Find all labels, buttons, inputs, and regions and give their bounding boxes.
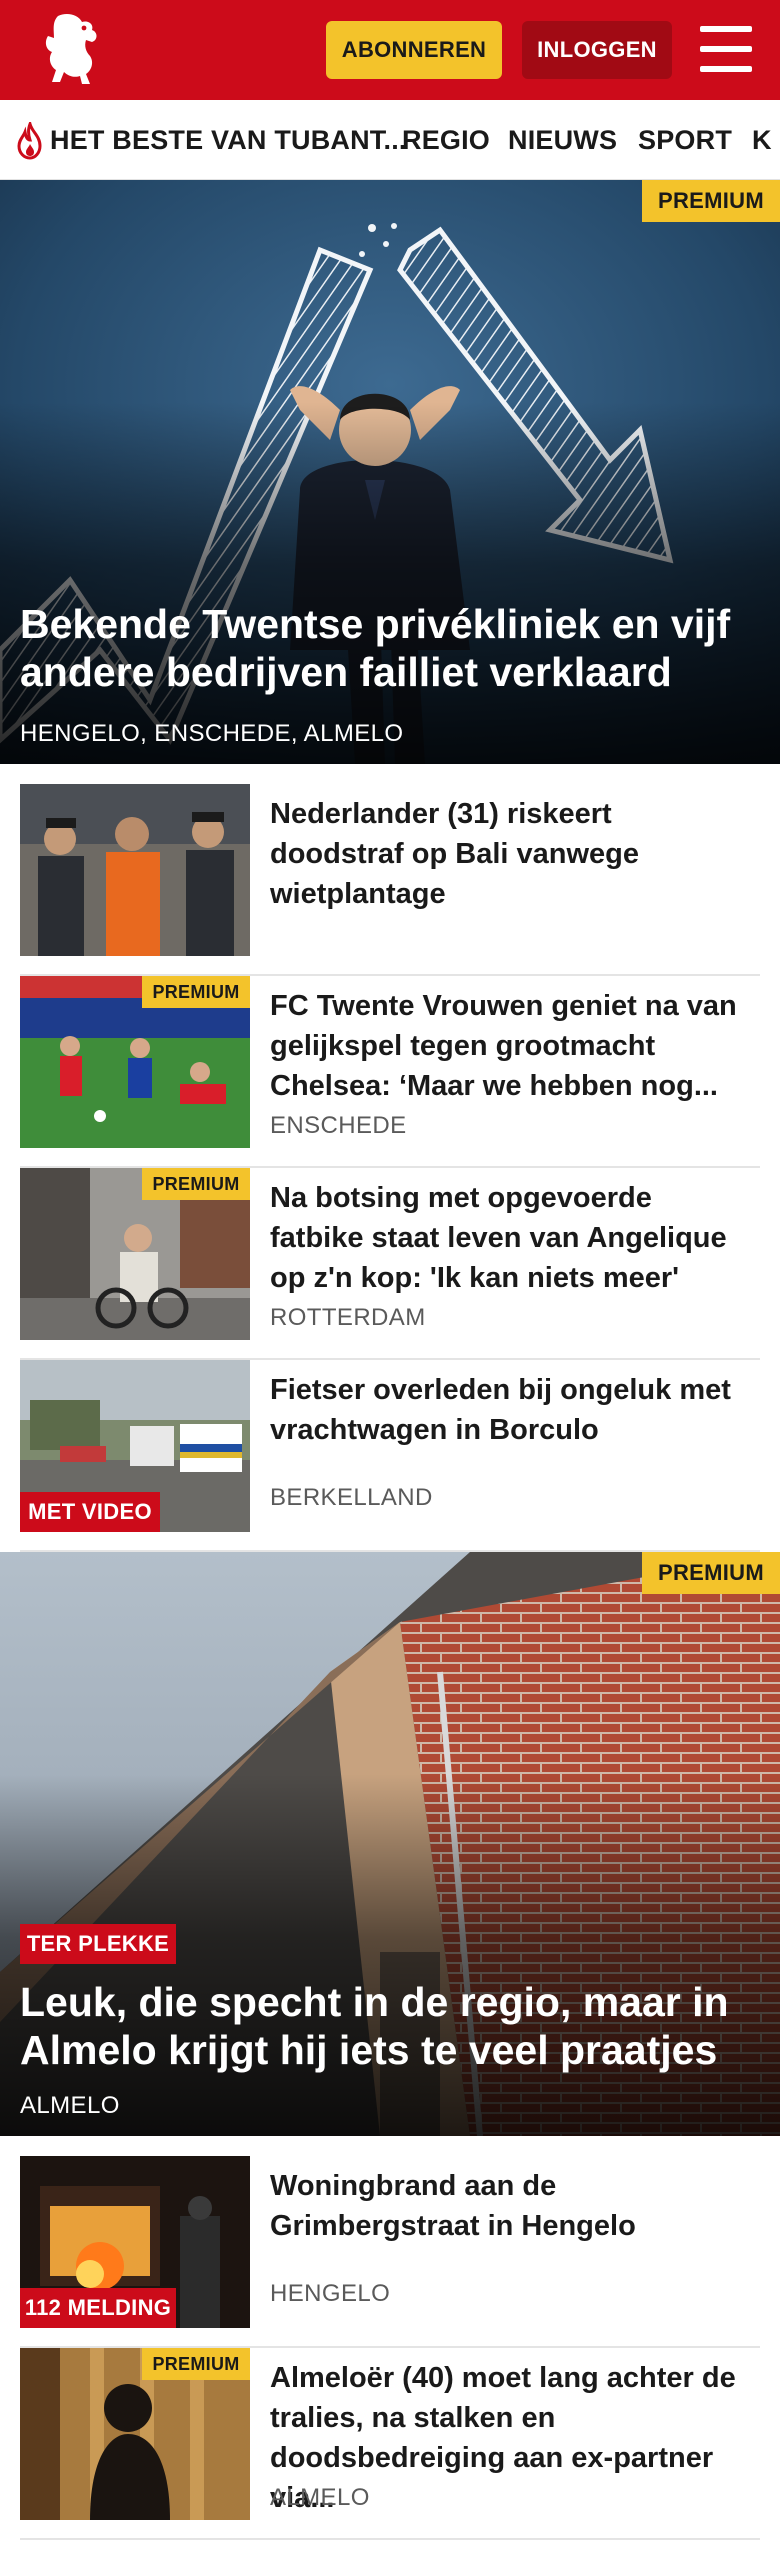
article-row-almeloer[interactable]: PREMIUM Almeloër (40) moet lang achter d…: [20, 2348, 760, 2540]
flame-icon: [17, 122, 42, 160]
article-title[interactable]: Fietser overleden bij ongeluk met vracht…: [270, 1370, 750, 1450]
tubantia-horse-logo-icon[interactable]: [38, 10, 104, 90]
subscribe-button[interactable]: ABONNEREN: [326, 21, 502, 79]
article-row-woningbrand[interactable]: 112 MELDING Woningbrand aan de Grimbergs…: [20, 2156, 760, 2348]
article-row-bali[interactable]: Nederlander (31) riskeert doodstraf op B…: [20, 784, 760, 976]
hero-gradient-overlay: [0, 401, 780, 764]
article-location: BERKELLAND: [270, 1484, 433, 1511]
video-badge: MET VIDEO: [20, 1492, 160, 1532]
category-nav: HET BESTE VAN TUBANT... REGIO NIEUWS SPO…: [0, 100, 780, 180]
article-location: ALMELO: [270, 2484, 370, 2511]
112-melding-badge: 112 MELDING: [20, 2288, 176, 2328]
hero-title[interactable]: Bekende Twentse privékliniek en vijf and…: [20, 600, 750, 696]
nav-item-nieuws[interactable]: NIEUWS: [508, 100, 617, 179]
nav-item-sport[interactable]: SPORT: [638, 100, 732, 179]
hero-title[interactable]: Leuk, die specht in de regio, maar in Al…: [20, 1978, 750, 2074]
article-row-borculo[interactable]: MET VIDEO Fietser overleden bij ongeluk …: [20, 1360, 760, 1552]
login-button[interactable]: INLOGGEN: [522, 21, 672, 79]
premium-badge: PREMIUM: [642, 180, 780, 222]
hero-locations: ALMELO: [20, 2092, 120, 2119]
article-location: HENGELO: [270, 2280, 391, 2307]
article-title[interactable]: Woningbrand aan de Grimbergstraat in Hen…: [270, 2166, 750, 2246]
nav-item-regio[interactable]: REGIO: [402, 100, 490, 179]
menu-icon[interactable]: [700, 26, 752, 72]
nav-item-het-beste-van-tubantia[interactable]: HET BESTE VAN TUBANT...: [50, 100, 407, 179]
article-thumbnail: [20, 784, 250, 956]
nav-item-more[interactable]: K: [752, 100, 772, 179]
hero-article-specht[interactable]: PREMIUM TER PLEKKE Leuk, die specht in d…: [0, 1552, 780, 2136]
premium-badge: PREMIUM: [642, 1552, 780, 1594]
article-title[interactable]: Na botsing met opgevoerde fatbike staat …: [270, 1178, 750, 1298]
article-title[interactable]: Nederlander (31) riskeert doodstraf op B…: [270, 794, 750, 914]
article-title[interactable]: FC Twente Vrouwen geniet na van gelijksp…: [270, 986, 750, 1106]
premium-badge: PREMIUM: [142, 976, 250, 1008]
premium-badge: PREMIUM: [142, 1168, 250, 1200]
premium-badge: PREMIUM: [142, 2348, 250, 2380]
ter-plekke-tag: TER PLEKKE: [20, 1924, 176, 1964]
article-row-fc-twente[interactable]: PREMIUM FC Twente Vrouwen geniet na van …: [20, 976, 760, 1168]
article-location: ROTTERDAM: [270, 1304, 426, 1331]
hero-locations: HENGELO, ENSCHEDE, ALMELO: [20, 720, 404, 747]
article-row-fatbike[interactable]: PREMIUM Na botsing met opgevoerde fatbik…: [20, 1168, 760, 1360]
top-header: ABONNEREN INLOGGEN: [0, 0, 780, 100]
article-location: ENSCHEDE: [270, 1112, 407, 1139]
hero-article-failliet[interactable]: PREMIUM Bekende Twentse privékliniek en …: [0, 180, 780, 764]
